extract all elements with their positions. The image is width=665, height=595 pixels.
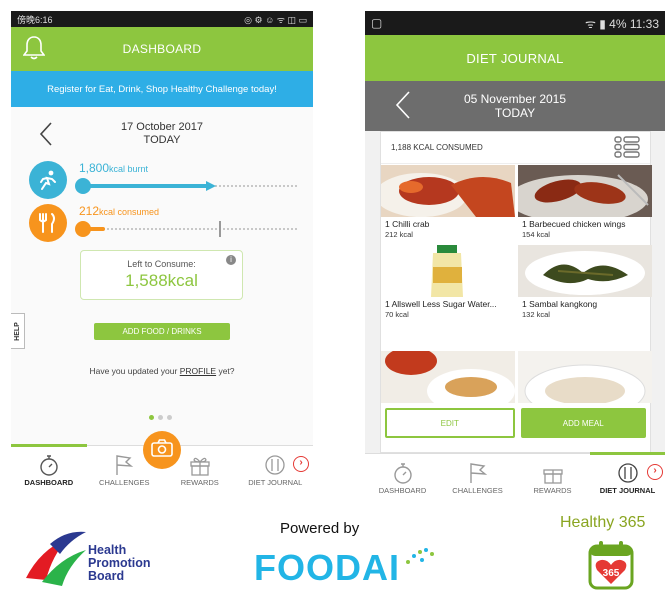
kcal-burnt-label: 1,800kcal burnt xyxy=(79,161,149,175)
left-to-consume-card: i Left to Consume: 1,588kcal xyxy=(80,250,243,300)
kcal-consumed-bar xyxy=(75,221,297,237)
date-today-label: TODAY xyxy=(494,106,536,120)
dashboard-screen: 傍晚6:16 ◎ ⚙ ☺ ᯤ ◫ ▭ DASHBOARD Register fo… xyxy=(11,11,313,501)
list-view-icon[interactable] xyxy=(614,135,640,160)
status-time: 傍晚6:16 xyxy=(17,14,53,25)
tab-dashboard[interactable]: DASHBOARD xyxy=(11,446,87,501)
page-title: DIET JOURNAL xyxy=(466,50,564,66)
status-bar: ▢ ᯤ ▮ 4% 11:33 xyxy=(365,11,665,35)
healthy365-label: Healthy 365 xyxy=(560,514,646,531)
target-marker xyxy=(219,221,221,237)
kcal-burnt-knob xyxy=(75,178,91,194)
current-date: 05 November 2015 xyxy=(463,92,567,106)
status-bar: 傍晚6:16 ◎ ⚙ ☺ ᯤ ◫ ▭ xyxy=(11,11,313,27)
bell-icon[interactable] xyxy=(22,35,46,64)
tab-rewards[interactable]: REWARDS xyxy=(515,454,590,503)
fork-knife-icon xyxy=(29,204,67,242)
food-grid: 1 Chilli crab 212 kcal 1 Barbecued chick… xyxy=(381,165,652,403)
kcal-consumed-total: 1,188 KCAL CONSUMED xyxy=(391,143,483,152)
edit-button[interactable]: EDIT xyxy=(385,408,515,438)
flag-icon xyxy=(440,460,515,486)
kcal-burnt-row: 1,800kcal burnt xyxy=(29,161,299,205)
kcal-consumed-label: 212kcal consumed xyxy=(79,204,160,218)
bottom-tab-bar: DASHBOARD CHALLENGES REWARDS DIET JOURNA… xyxy=(365,452,665,503)
foodai-dots-icon xyxy=(406,548,434,564)
kcal-consumed-row: 212kcal consumed xyxy=(29,204,299,248)
register-banner[interactable]: Register for Eat, Drink, Shop Healthy Ch… xyxy=(11,71,313,107)
stopwatch-icon xyxy=(11,452,87,478)
chevron-left-icon[interactable] xyxy=(395,90,411,125)
left-to-consume-value: 1,588kcal xyxy=(125,271,198,290)
kcal-consumed-knob xyxy=(75,221,91,237)
tab-challenges[interactable]: CHALLENGES xyxy=(440,454,515,503)
runner-icon xyxy=(29,161,67,199)
app-header: DASHBOARD xyxy=(11,27,313,71)
app-header: DIET JOURNAL xyxy=(365,35,665,81)
help-tab[interactable]: HELP xyxy=(11,313,25,349)
calendar-heart-icon xyxy=(588,541,634,590)
camera-button[interactable] xyxy=(143,431,181,469)
kcal-burnt-bar xyxy=(75,178,297,194)
chilli-crab-photo xyxy=(381,165,515,217)
journal-actions: EDIT ADD MEAL xyxy=(385,408,646,438)
food-item[interactable] xyxy=(381,351,515,403)
chevron-left-icon[interactable] xyxy=(39,121,53,152)
kcal-burnt-fill xyxy=(79,184,210,188)
current-date: 17 October 2017 xyxy=(121,121,203,133)
status-icons: ◎ ⚙ ☺ ᯤ ◫ ▭ xyxy=(244,14,307,25)
chevron-right-icon[interactable]: › xyxy=(293,456,309,472)
add-meal-button[interactable]: ADD MEAL xyxy=(520,408,646,438)
tab-diet-journal[interactable]: DIET JOURNAL xyxy=(238,446,314,501)
diet-journal-card: 1,188 KCAL CONSUMED 1 Chilli crab 212 kc… xyxy=(380,131,652,453)
notification-icon: ▢ xyxy=(371,16,383,30)
diet-journal-screen: ▢ ᯤ ▮ 4% 11:33 DIET JOURNAL 05 November … xyxy=(365,11,665,503)
food-item[interactable]: 1 Sambal kangkong 132 kcal xyxy=(518,245,652,340)
allswell-drink-photo xyxy=(381,245,515,297)
arrow-right-icon xyxy=(206,181,216,191)
stopwatch-icon xyxy=(365,460,440,486)
date-today-label: TODAY xyxy=(143,134,181,146)
tab-dashboard[interactable]: DASHBOARD xyxy=(365,454,440,503)
food-item[interactable] xyxy=(518,351,652,403)
hpb-logo-text: Health Promotion Board xyxy=(88,543,151,583)
food-item[interactable]: 1 Allswell Less Sugar Water... 70 kcal xyxy=(381,245,515,340)
left-to-consume-label: Left to Consume: xyxy=(127,259,196,269)
gift-icon xyxy=(515,460,590,486)
calendar-number: 365 xyxy=(602,568,620,579)
food-photo xyxy=(381,351,515,403)
add-food-drinks-button[interactable]: ADD FOOD / DRINKS xyxy=(94,323,230,340)
info-icon[interactable]: i xyxy=(226,255,236,265)
date-bar: 05 November 2015 TODAY xyxy=(365,81,665,131)
profile-link[interactable]: PROFILE xyxy=(180,366,216,376)
page-indicator xyxy=(149,415,172,420)
status-right: ᯤ ▮ 4% 11:33 xyxy=(584,16,659,31)
chevron-right-icon[interactable]: › xyxy=(647,464,663,480)
date-bar: 17 October 2017 TODAY xyxy=(11,113,313,155)
powered-by-label: Powered by xyxy=(280,520,360,537)
profile-prompt: Have you updated your PROFILE yet? xyxy=(89,366,235,376)
foodai-logo: FOODAI xyxy=(254,547,400,588)
camera-icon xyxy=(151,438,173,462)
chicken-wings-photo xyxy=(518,165,652,217)
sambal-kangkong-photo xyxy=(518,245,652,297)
page-title: DASHBOARD xyxy=(122,42,202,56)
food-photo xyxy=(518,351,652,403)
